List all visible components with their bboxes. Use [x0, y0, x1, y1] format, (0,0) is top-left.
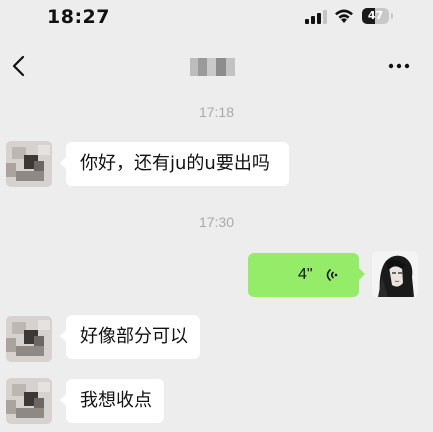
ellipsis-icon[interactable]	[386, 56, 412, 76]
voice-message-bubble[interactable]: 4"	[248, 253, 365, 297]
message-bubble-incoming[interactable]: 好像部分可以	[60, 315, 200, 359]
timestamp: 17:30	[198, 214, 235, 230]
status-time: 18:27	[47, 6, 110, 28]
signal-icon	[305, 10, 327, 24]
message-bubble-incoming[interactable]: 我想收点	[60, 379, 164, 423]
battery-level: 47	[367, 9, 384, 22]
message-bubble-incoming[interactable]: 你好，还有ju的u要出吗	[60, 142, 289, 186]
message-text: 我想收点	[80, 390, 152, 411]
battery-icon: 47	[362, 8, 396, 24]
status-bar: 18:27 47	[0, 0, 433, 34]
chat-header	[0, 44, 433, 88]
friend-avatar[interactable]	[6, 141, 52, 187]
wifi-icon	[335, 9, 353, 23]
friend-avatar[interactable]	[6, 378, 52, 424]
message-text: 好像部分可以	[80, 326, 188, 347]
my-avatar[interactable]	[372, 251, 418, 297]
friend-avatar[interactable]	[6, 316, 52, 362]
portrait-avatar-image	[372, 251, 418, 297]
chat-title-redacted	[190, 58, 235, 76]
message-text: 你好，还有ju的u要出吗	[80, 153, 270, 174]
voice-duration: 4"	[298, 266, 313, 283]
timestamp: 17:18	[198, 104, 235, 120]
chevron-left-icon[interactable]	[6, 52, 34, 80]
voice-wave-icon	[326, 269, 338, 281]
